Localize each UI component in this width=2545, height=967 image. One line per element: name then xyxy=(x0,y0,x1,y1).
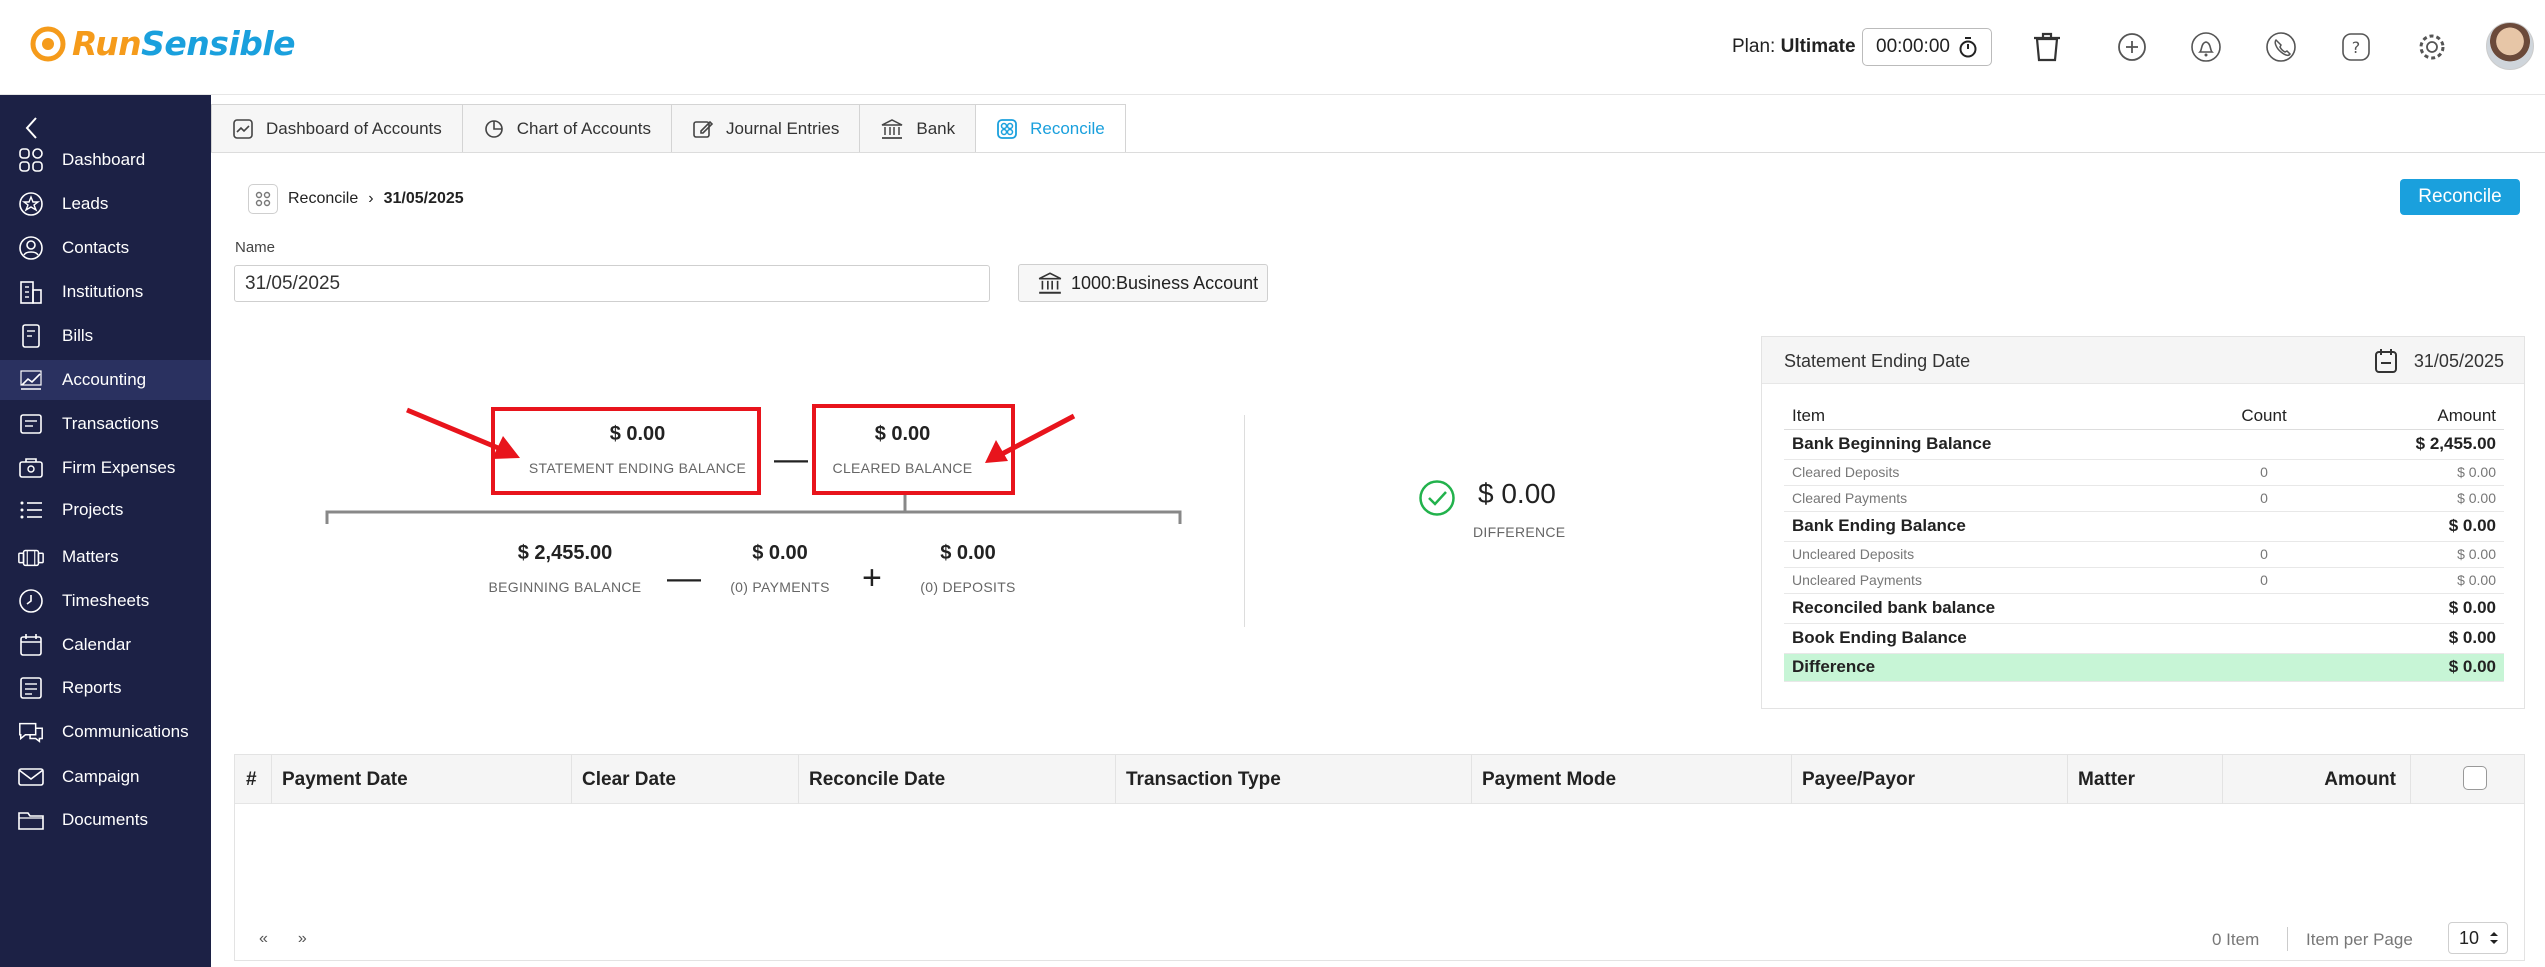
transactions-table: # Payment Date Clear Date Reconcile Date… xyxy=(234,754,2525,961)
summary-row: Cleared Payments 0 $ 0.00 xyxy=(1784,485,2504,512)
difference-value: $ 0.00 xyxy=(1478,478,1556,509)
column-item: Item xyxy=(1784,403,2204,430)
statement-summary-panel: Statement Ending Date 31/05/2025 Item Co… xyxy=(1761,336,2525,709)
summary-count xyxy=(2204,593,2324,624)
difference-label: DIFFERENCE xyxy=(1473,524,1566,540)
summary-count xyxy=(2204,511,2324,542)
summary-amount: $ 0.00 xyxy=(2324,623,2504,654)
statement-date[interactable]: 31/05/2025 xyxy=(2374,348,2504,374)
summary-item: Uncleared Payments xyxy=(1784,567,2204,594)
summary-amount: $ 0.00 xyxy=(2324,567,2504,594)
summary-amount: $ 0.00 xyxy=(2324,485,2504,512)
minus-sign: — xyxy=(774,440,808,478)
column-clear-date[interactable]: Clear Date xyxy=(572,755,799,804)
summary-item: Bank Ending Balance xyxy=(1784,511,2204,542)
pagination: « » xyxy=(259,930,307,948)
summary-table: Item Count Amount Bank Beginning Balance… xyxy=(1784,403,2504,682)
summary-count: 0 xyxy=(2204,541,2324,568)
app-root: RunSensible Plan: Ultimate 00:00:00 ? Da… xyxy=(0,0,2545,967)
summary-amount: $ 0.00 xyxy=(2324,593,2504,624)
column-index[interactable]: # xyxy=(235,755,272,804)
divider xyxy=(1244,415,1245,627)
summary-amount: $ 0.00 xyxy=(2324,653,2504,682)
summary-item: Uncleared Deposits xyxy=(1784,541,2204,568)
summary-amount: $ 0.00 xyxy=(2324,459,2504,486)
summary-amount: $ 0.00 xyxy=(2324,511,2504,542)
pager-prev[interactable]: « xyxy=(259,930,268,948)
beginning-balance-label: BEGINNING BALANCE xyxy=(488,579,642,595)
column-payment-mode[interactable]: Payment Mode xyxy=(1472,755,1792,804)
check-circle-icon xyxy=(1419,480,1455,516)
summary-count: 0 xyxy=(2204,459,2324,486)
pager-separator xyxy=(2287,927,2288,951)
items-count: 0 Item xyxy=(2212,930,2260,949)
payments-value: $ 0.00 xyxy=(752,542,808,564)
panel-header: Statement Ending Date 31/05/2025 xyxy=(1762,337,2524,384)
column-matter[interactable]: Matter xyxy=(2068,755,2223,804)
summary-item: Cleared Deposits xyxy=(1784,459,2204,486)
summary-row: Bank Beginning Balance $ 2,455.00 xyxy=(1784,429,2504,460)
summary-count: 0 xyxy=(2204,567,2324,594)
select-all-checkbox[interactable] xyxy=(2463,766,2487,790)
summary-item: Book Ending Balance xyxy=(1784,623,2204,654)
summary-row: Uncleared Payments 0 $ 0.00 xyxy=(1784,567,2504,594)
beginning-balance-value: $ 2,455.00 xyxy=(517,542,613,564)
per-page-select[interactable]: 10 xyxy=(2448,922,2508,954)
summary-row: Book Ending Balance $ 0.00 xyxy=(1784,623,2504,654)
summary-row: Bank Ending Balance $ 0.00 xyxy=(1784,511,2504,542)
statement-ending-value: $ 0.00 xyxy=(609,423,666,445)
summary-count xyxy=(2204,623,2324,654)
plus-sign: + xyxy=(862,559,882,597)
summary-row: Cleared Deposits 0 $ 0.00 xyxy=(1784,459,2504,486)
cleared-label: CLEARED BALANCE xyxy=(832,460,973,476)
summary-count: 0 xyxy=(2204,485,2324,512)
payments-label: (0) PAYMENTS xyxy=(730,579,830,595)
summary-count xyxy=(2204,429,2324,460)
summary-item: Reconciled bank balance xyxy=(1784,593,2204,624)
summary-amount: $ 2,455.00 xyxy=(2324,429,2504,460)
column-payment-date[interactable]: Payment Date xyxy=(272,755,572,804)
statement-ending-label: STATEMENT ENDING BALANCE xyxy=(528,460,747,476)
cleared-value: $ 0.00 xyxy=(874,423,931,445)
sort-arrows-icon xyxy=(2490,932,2499,944)
column-payee-payor[interactable]: Payee/Payor xyxy=(1792,755,2068,804)
column-count: Count xyxy=(2204,403,2324,430)
column-reconcile-date[interactable]: Reconcile Date xyxy=(799,755,1116,804)
minus-sign-2: — xyxy=(667,559,701,597)
summary-row: Reconciled bank balance $ 0.00 xyxy=(1784,593,2504,624)
transactions-header: # Payment Date Clear Date Reconcile Date… xyxy=(235,755,2524,804)
column-amount[interactable]: Amount xyxy=(2223,755,2411,804)
summary-count xyxy=(2204,653,2324,682)
deposits-label: (0) DEPOSITS xyxy=(920,579,1016,595)
summary-row: Uncleared Deposits 0 $ 0.00 xyxy=(1784,541,2504,568)
column-amount: Amount xyxy=(2324,403,2504,430)
summary-item: Difference xyxy=(1784,653,2204,682)
per-page-label: Item per Page xyxy=(2306,930,2413,949)
deposits-value: $ 0.00 xyxy=(940,542,996,564)
summary-item: Cleared Payments xyxy=(1784,485,2204,512)
panel-title: Statement Ending Date xyxy=(1784,351,1971,371)
calendar-icon xyxy=(2374,349,2397,373)
summary-item: Bank Beginning Balance xyxy=(1784,429,2204,460)
pager-next[interactable]: » xyxy=(298,930,307,948)
summary-row: Difference $ 0.00 xyxy=(1784,653,2504,682)
summary-amount: $ 0.00 xyxy=(2324,541,2504,568)
column-transaction-type[interactable]: Transaction Type xyxy=(1116,755,1472,804)
